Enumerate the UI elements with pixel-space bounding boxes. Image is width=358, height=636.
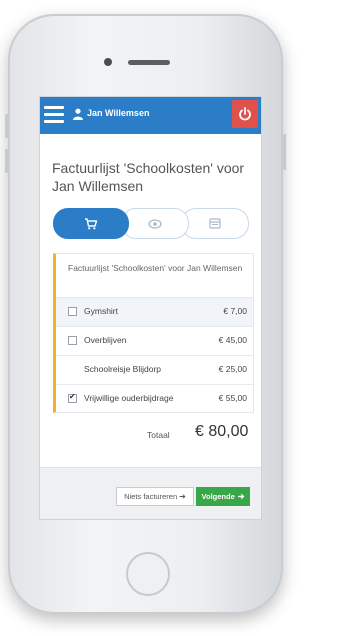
user-icon bbox=[73, 108, 83, 120]
item-checkbox[interactable] bbox=[68, 307, 77, 316]
item-price: € 7,00 bbox=[223, 306, 247, 316]
arrow-right-icon: ➔ bbox=[179, 492, 186, 501]
invoice-row[interactable]: Vrijwillige ouderbijdrage € 55,00 bbox=[56, 384, 253, 413]
invoice-card: Factuurlijst 'Schoolkosten' voor Jan Wil… bbox=[53, 253, 254, 413]
action-footer: Niets factureren ➔ Volgende ➔ bbox=[40, 467, 261, 519]
total-value: € 80,00 bbox=[195, 423, 249, 440]
total-label: Totaal bbox=[147, 430, 170, 440]
volume-button bbox=[5, 114, 8, 138]
power-side-button bbox=[283, 134, 286, 170]
speaker-grille bbox=[128, 60, 170, 65]
app-header: Jan Willemsen bbox=[40, 97, 261, 134]
page-title: Factuurlijst 'Schoolkosten' voor Jan Wil… bbox=[52, 160, 245, 194]
phone-frame: Jan Willemsen Factuurlijst 'Schoolkosten… bbox=[5, 14, 286, 614]
power-icon bbox=[239, 107, 251, 121]
invoice-row: Schoolreisje Blijdorp € 25,00 bbox=[56, 355, 253, 384]
item-price: € 45,00 bbox=[218, 335, 247, 345]
item-label: Overblijven bbox=[84, 335, 127, 345]
item-price: € 55,00 bbox=[218, 393, 247, 403]
step-3[interactable] bbox=[181, 208, 249, 239]
hamburger-icon[interactable] bbox=[44, 106, 64, 124]
item-label: Vrijwillige ouderbijdrage bbox=[84, 393, 174, 403]
step-1[interactable] bbox=[53, 208, 129, 239]
item-label: Schoolreisje Blijdorp bbox=[84, 364, 162, 374]
item-checkbox-checked[interactable] bbox=[68, 392, 77, 403]
home-button[interactable] bbox=[126, 552, 170, 596]
invoice-icon bbox=[209, 218, 221, 229]
volume-button bbox=[5, 149, 8, 173]
next-button-label: Volgende bbox=[201, 492, 235, 501]
app-screen: Jan Willemsen Factuurlijst 'Schoolkosten… bbox=[39, 96, 262, 520]
skip-button-label: Niets factureren bbox=[124, 492, 178, 501]
step-2[interactable] bbox=[121, 208, 189, 239]
cart-icon bbox=[85, 217, 98, 229]
item-price: € 25,00 bbox=[218, 364, 247, 374]
invoice-row[interactable]: Overblijven € 45,00 bbox=[56, 326, 253, 355]
item-label: Gymshirt bbox=[84, 306, 118, 316]
step-indicator bbox=[53, 208, 249, 239]
invoice-row[interactable]: Gymshirt € 7,00 bbox=[56, 297, 253, 326]
item-checkbox[interactable] bbox=[68, 336, 77, 345]
invoice-heading: Factuurlijst 'Schoolkosten' voor Jan Wil… bbox=[68, 263, 243, 273]
user-name: Jan Willemsen bbox=[87, 108, 150, 118]
front-camera bbox=[104, 58, 112, 66]
logout-button[interactable] bbox=[232, 100, 258, 128]
next-button[interactable]: Volgende ➔ bbox=[196, 487, 250, 506]
arrow-right-icon: ➔ bbox=[237, 492, 245, 501]
skip-invoice-button[interactable]: Niets factureren ➔ bbox=[116, 487, 194, 506]
eye-icon bbox=[148, 218, 162, 229]
